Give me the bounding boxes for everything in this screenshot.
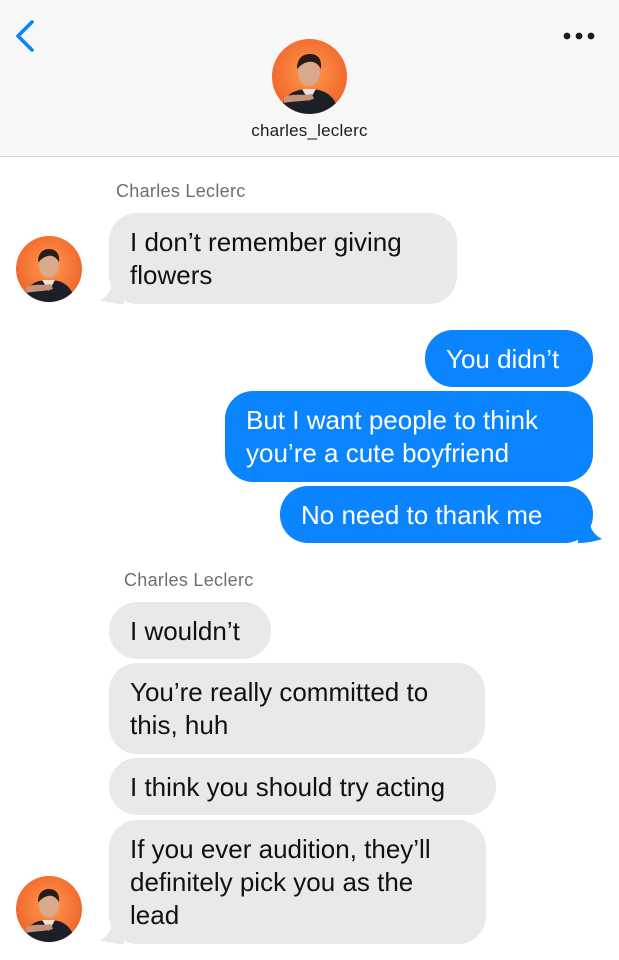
sender-name: Charles Leclerc (116, 181, 246, 201)
message-line: You’re really committed to (130, 677, 429, 707)
chat-screen: charles_leclerc Charles Leclerc I don’t … (0, 0, 619, 960)
profile-photo (16, 876, 82, 942)
sender-name: Charles Leclerc (124, 570, 254, 590)
message-line: flowers (130, 260, 213, 290)
profile-photo (16, 236, 82, 302)
contact-username[interactable]: charles_leclerc (0, 121, 619, 141)
sender-avatar[interactable] (16, 236, 82, 302)
outgoing-message[interactable]: You didn’t (425, 330, 593, 387)
incoming-message[interactable]: I think you should try acting (109, 758, 496, 815)
more-options-button[interactable] (561, 26, 597, 46)
outgoing-message[interactable]: But I want people to think you’re a cute… (225, 391, 593, 482)
message-line: this, huh (130, 710, 229, 740)
profile-photo (272, 39, 347, 114)
contact-avatar[interactable] (272, 39, 347, 114)
message-line: If you ever audition, they’ll (130, 834, 431, 864)
incoming-message[interactable]: I don’t remember giving flowers (109, 213, 457, 304)
incoming-message[interactable]: You’re really committed to this, huh (109, 663, 485, 754)
message-line: definitely pick you as the (130, 867, 414, 897)
chevron-left-icon (16, 20, 34, 52)
ellipsis-icon (563, 32, 595, 40)
incoming-message[interactable]: If you ever audition, they’ll definitely… (109, 820, 486, 944)
sender-avatar[interactable] (16, 876, 82, 942)
back-button[interactable] (10, 16, 44, 56)
message-line: I don’t remember giving (130, 227, 402, 257)
chat-header: charles_leclerc (0, 0, 619, 157)
outgoing-message[interactable]: No need to thank me (280, 486, 593, 543)
message-line: lead (130, 900, 180, 930)
message-line: But I want people to think (246, 405, 538, 435)
message-line: you’re a cute boyfriend (246, 438, 510, 468)
incoming-message[interactable]: I wouldn’t (109, 602, 271, 659)
